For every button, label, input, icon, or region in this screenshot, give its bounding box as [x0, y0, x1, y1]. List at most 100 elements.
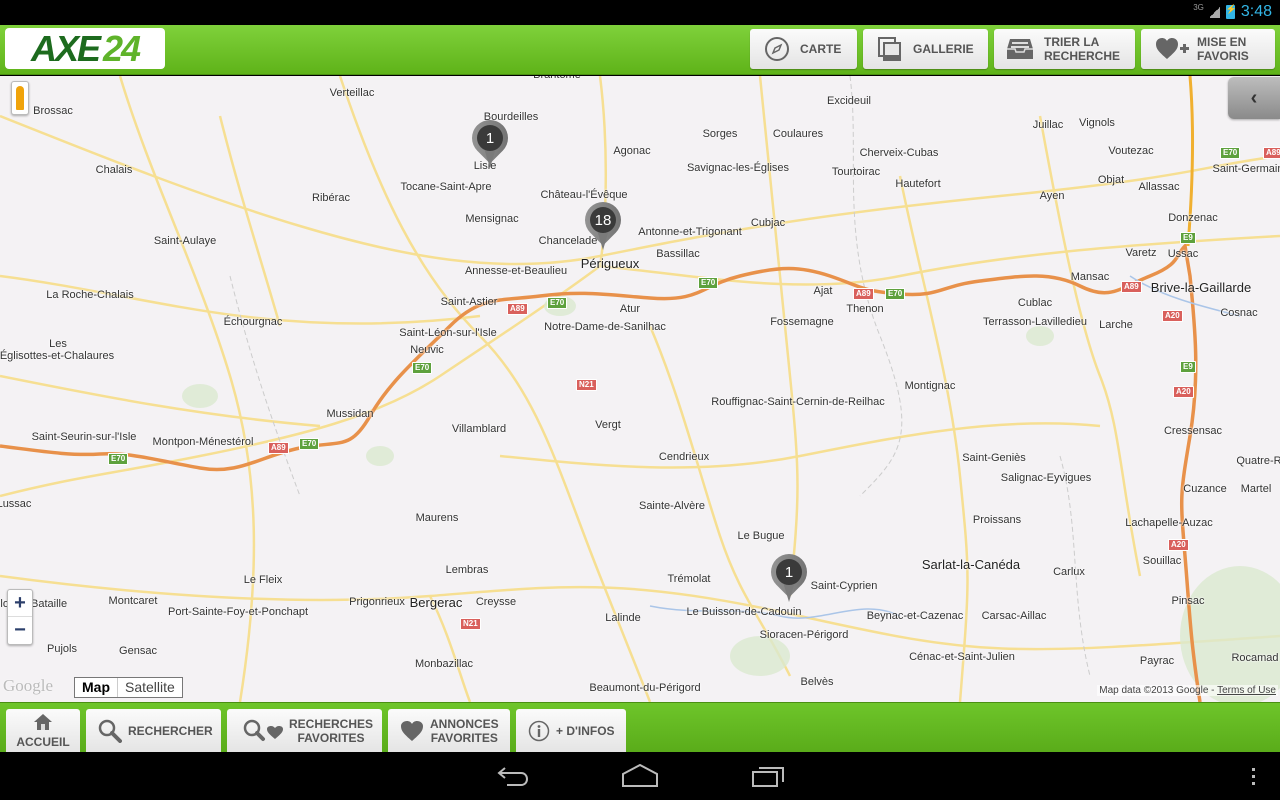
- place-label: Fossemagne: [770, 316, 834, 328]
- recent-apps-button[interactable]: [751, 764, 787, 793]
- place-label: Mensignac: [465, 213, 519, 225]
- chevron-left-icon: ‹: [1250, 86, 1258, 109]
- place-label: La Roche-Chalais: [46, 289, 134, 301]
- map-type-toggle: Map Satellite: [74, 677, 183, 698]
- place-label: Proissans: [972, 514, 1022, 526]
- add-favorite-button[interactable]: MISE EN FAVORIS: [1141, 29, 1275, 69]
- place-label: Creysse: [475, 596, 517, 608]
- place-label: Le Fleix: [243, 574, 283, 586]
- place-label: Larche: [1099, 319, 1133, 331]
- map-button-label: CARTE: [800, 42, 842, 56]
- road-shield-a89: A89: [1263, 147, 1280, 159]
- home-button[interactable]: ACCUEIL: [6, 709, 80, 753]
- road-shield-n21: N21: [460, 618, 481, 630]
- top-toolbar: AXE 24 CARTE GALLERIE TRIER LA RECHERCHE …: [0, 25, 1280, 75]
- place-label: Ribérac: [312, 192, 350, 204]
- place-label: Sarlat-la-Canéda: [921, 557, 1021, 572]
- heart-plus-icon: [1155, 37, 1189, 61]
- road-shield-e9: E9: [1180, 361, 1196, 373]
- sort-search-button-label: TRIER LA RECHERCHE: [1044, 35, 1121, 63]
- place-label: Savignac-les-Églises: [686, 162, 790, 174]
- map-button[interactable]: CARTE: [750, 29, 857, 69]
- road-shield-a20: A20: [1168, 539, 1189, 551]
- saved-searches-button-label: RECHERCHES FAVORITES: [289, 717, 374, 745]
- listing-cluster-marker[interactable]: 1: [464, 112, 516, 170]
- inbox-tray-icon: [1006, 37, 1034, 61]
- place-label: Château-l'Évêque: [540, 189, 628, 201]
- heart-icon: [400, 720, 424, 742]
- place-label: Lachapelle-Auzac: [1125, 517, 1213, 529]
- place-label: Brantôme: [533, 76, 581, 81]
- place-label: Juillac: [1032, 119, 1064, 131]
- home-nav-button[interactable]: [621, 763, 659, 793]
- place-label: Cénac-et-Saint-Julien: [909, 651, 1015, 663]
- road-shield-n21: N21: [576, 379, 597, 391]
- place-label: Ussac: [1167, 248, 1199, 260]
- place-label: Donzenac: [1168, 212, 1218, 224]
- place-label: Montcaret: [108, 595, 158, 607]
- home-button-label: ACCUEIL: [16, 735, 70, 749]
- system-status-bar: 3G 3:48: [0, 0, 1280, 25]
- place-label: Souillac: [1142, 555, 1182, 567]
- add-favorite-button-label: MISE EN FAVORIS: [1197, 35, 1249, 63]
- place-label: Monbazillac: [414, 658, 474, 670]
- place-label: Saint-Léon-sur-l'Isle: [399, 327, 497, 339]
- place-label: Cubjac: [750, 217, 786, 229]
- street-view-pegman-icon[interactable]: [11, 81, 29, 115]
- place-label: Sioracen-Périgord: [759, 629, 849, 641]
- place-label: Port-Sainte-Foy-et-Ponchapt: [167, 606, 309, 618]
- search-button[interactable]: RECHERCHER: [86, 709, 221, 753]
- favorite-listings-button-label: ANNONCES FAVORITES: [430, 717, 499, 745]
- place-label: Périgueux: [580, 256, 640, 271]
- place-label: Montignac: [904, 380, 956, 392]
- road-shield-a89: A89: [268, 442, 289, 454]
- place-label: Bergerac: [409, 595, 463, 610]
- place-label: Saint-Seurin-sur-l'Isle: [31, 431, 137, 443]
- place-label: Rocamad: [1231, 652, 1279, 664]
- place-label: Cherveix-Cubas: [859, 147, 939, 159]
- gallery-button[interactable]: GALLERIE: [863, 29, 988, 69]
- map-type-map[interactable]: Map: [75, 678, 118, 697]
- terms-of-use-link[interactable]: Terms of Use: [1217, 685, 1276, 696]
- road-shield-e70: E70: [885, 288, 906, 300]
- place-label: Sorges: [702, 128, 738, 140]
- marker-count: 1: [776, 559, 802, 585]
- map-view[interactable]: Brantôme Verteillac Brossac Bourdeilles …: [0, 76, 1280, 702]
- place-label: Belvès: [800, 676, 834, 688]
- zoom-out-button[interactable]: −: [8, 617, 32, 644]
- search-icon: [98, 719, 122, 743]
- place-label: Pinsac: [1171, 595, 1205, 607]
- app-logo[interactable]: AXE 24: [5, 28, 165, 69]
- place-label: Hautefort: [895, 178, 941, 190]
- favorite-listings-button[interactable]: ANNONCES FAVORITES: [388, 709, 510, 753]
- place-label: Villamblard: [451, 423, 507, 435]
- collapse-panel-button[interactable]: ‹: [1228, 77, 1280, 119]
- place-label: Salignac-Eyvigues: [1000, 472, 1092, 484]
- place-label: Le Buisson-de-Cadouin: [686, 606, 802, 618]
- place-label: Pujols: [47, 643, 77, 655]
- listing-cluster-marker[interactable]: 1: [763, 546, 815, 604]
- place-label: Lembras: [445, 564, 489, 576]
- place-label: Terrasson-Lavilledieu: [983, 316, 1087, 328]
- place-label: Chalais: [95, 164, 133, 176]
- place-label: Annesse-et-Beaulieu: [464, 265, 568, 277]
- zoom-in-button[interactable]: +: [8, 590, 32, 617]
- place-label: Rouffignac-Saint-Cernin-de-Reilhac: [711, 396, 885, 408]
- marker-count: 18: [590, 207, 616, 233]
- place-label: Montpon-Ménestérol: [152, 436, 254, 448]
- place-label: Tocane-Saint-Apre: [400, 181, 492, 193]
- place-label: Saint-Germain: [1212, 163, 1280, 175]
- search-button-label: RECHERCHER: [128, 724, 213, 738]
- place-label: Excideuil: [826, 95, 872, 107]
- more-info-button[interactable]: + D'INFOS: [516, 709, 626, 753]
- info-icon: [528, 720, 550, 742]
- overflow-menu-icon[interactable]: [1250, 767, 1258, 792]
- road-shield-a20: A20: [1162, 310, 1183, 322]
- place-label: Carsac-Aillac: [981, 610, 1047, 622]
- saved-searches-button[interactable]: RECHERCHES FAVORITES: [227, 709, 382, 753]
- map-type-satellite[interactable]: Satellite: [118, 678, 182, 697]
- network-type: 3G: [1193, 2, 1204, 12]
- listing-cluster-marker[interactable]: 18: [577, 194, 629, 252]
- sort-search-button[interactable]: TRIER LA RECHERCHE: [994, 29, 1135, 69]
- back-button[interactable]: [495, 764, 529, 793]
